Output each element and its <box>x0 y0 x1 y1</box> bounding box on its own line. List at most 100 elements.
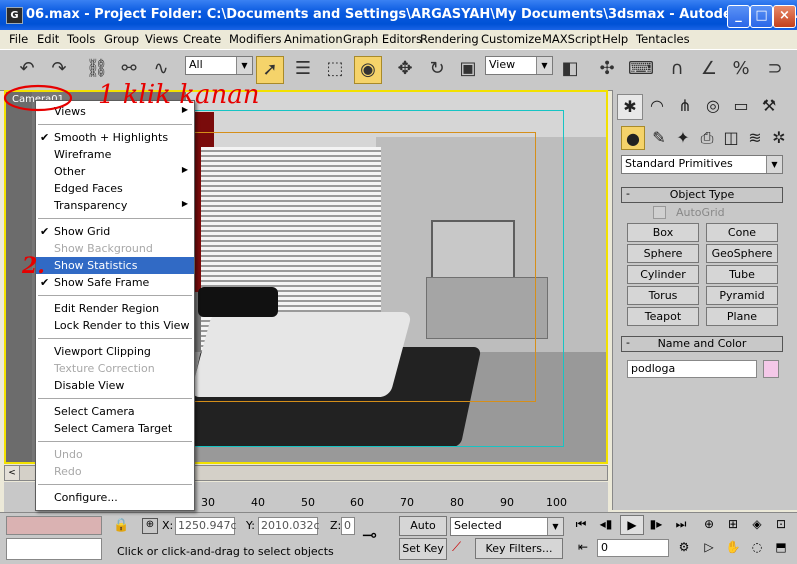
close-button[interactable]: × <box>773 5 796 28</box>
pyramid-button[interactable]: Pyramid <box>706 286 778 305</box>
app-icon[interactable]: G <box>6 7 23 24</box>
menu-tools[interactable]: Tools <box>67 32 95 46</box>
move-icon[interactable]: ✥ <box>392 56 418 82</box>
cylinder-button[interactable]: Cylinder <box>627 265 699 284</box>
menu-item-disable-view[interactable]: Disable View <box>36 377 194 394</box>
tangent-icon[interactable]: ⟋ <box>452 540 461 555</box>
auto-key-button[interactable]: Auto Key <box>399 516 447 550</box>
cameras-icon[interactable]: ⎙ <box>695 126 719 150</box>
keyboard-shortcut-icon[interactable]: ⌨ <box>628 56 654 82</box>
object-type-rollout-header[interactable]: - Object Type <box>621 187 783 203</box>
geometry-icon[interactable]: ● <box>621 126 645 150</box>
torus-button[interactable]: Torus <box>627 286 699 305</box>
cone-button[interactable]: Cone <box>706 223 778 242</box>
y-coordinate-field[interactable]: 2010.032c <box>258 517 320 535</box>
menu-group[interactable]: Group <box>104 32 139 46</box>
geosphere-button[interactable]: GeoSphere <box>706 244 778 263</box>
motion-tab-icon[interactable]: ◎ <box>701 94 725 118</box>
box-button[interactable]: Box <box>627 223 699 242</box>
angle-snap-icon[interactable]: ∠ <box>696 56 722 82</box>
object-name-field[interactable]: podloga <box>627 360 757 378</box>
menu-item-show-grid[interactable]: ✔ Show Grid <box>36 223 194 240</box>
field-of-view-icon[interactable]: ▷ <box>698 538 720 556</box>
menu-item-smooth-highlights[interactable]: ✔ Smooth + Highlights <box>36 129 194 146</box>
selection-filter-dropdown[interactable]: All ▼ <box>185 56 253 75</box>
space-warps-icon[interactable]: ≋ <box>743 126 767 150</box>
maximize-viewport-icon[interactable]: ⬒ <box>770 538 792 556</box>
key-icon[interactable]: ⊸ <box>362 525 377 546</box>
minimize-button[interactable]: _ <box>727 5 750 28</box>
go-to-start-icon[interactable]: ⏮ <box>570 515 592 533</box>
maxscript-listener-field[interactable] <box>6 538 102 560</box>
x-coordinate-field[interactable]: 1250.947c <box>175 517 237 535</box>
menu-item-show-statistics[interactable]: Show Statistics <box>36 257 194 274</box>
select-manipulate-icon[interactable]: ✣ <box>594 56 620 82</box>
zoom-extents-icon[interactable]: ◈ <box>746 515 768 533</box>
pivot-center-icon[interactable]: ◧ <box>557 56 583 82</box>
sphere-button[interactable]: Sphere <box>627 244 699 263</box>
menu-modifiers[interactable]: Modifiers <box>229 32 282 46</box>
shapes-icon[interactable]: ✎ <box>647 126 671 150</box>
tube-button[interactable]: Tube <box>706 265 778 284</box>
scale-icon[interactable]: ▣ <box>455 56 481 82</box>
menu-item-transparency[interactable]: Transparency ▶ <box>36 197 194 214</box>
lights-icon[interactable]: ✦ <box>671 126 695 150</box>
name-color-rollout-header[interactable]: - Name and Color <box>621 336 783 352</box>
select-object-icon[interactable]: ➚ <box>256 56 284 84</box>
plane-button[interactable]: Plane <box>706 307 778 326</box>
zoom-all-icon[interactable]: ⊞ <box>722 515 744 533</box>
key-mode-toggle-icon[interactable]: ⇤ <box>572 538 594 556</box>
reference-coordinate-dropdown[interactable]: View ▼ <box>485 56 553 75</box>
menu-item-wireframe[interactable]: Wireframe <box>36 146 194 163</box>
menu-customize[interactable]: Customize <box>481 32 541 46</box>
rotate-icon[interactable]: ↻ <box>424 56 450 82</box>
percent-snap-icon[interactable]: % <box>728 56 754 82</box>
time-config-icon[interactable]: ⚙ <box>673 538 695 556</box>
orbit-icon[interactable]: ◌ <box>746 538 768 556</box>
menu-item-edit-render-region[interactable]: Edit Render Region <box>36 300 194 317</box>
set-key-button[interactable]: Set Key <box>399 538 447 560</box>
menu-help[interactable]: Help <box>602 32 628 46</box>
menu-views[interactable]: Views <box>145 32 178 46</box>
menu-edit[interactable]: Edit <box>37 32 59 46</box>
menu-graph-editors[interactable]: Graph Editors <box>343 32 422 46</box>
menu-item-other[interactable]: Other ▶ <box>36 163 194 180</box>
menu-tentacles[interactable]: Tentacles <box>636 32 690 46</box>
z-coordinate-field[interactable]: 0 <box>341 517 355 535</box>
bind-space-warp-icon[interactable]: ∿ <box>148 56 174 82</box>
play-icon[interactable]: ▶ <box>620 515 644 535</box>
pan-icon[interactable]: ✋ <box>722 538 744 556</box>
snap-toggle-icon[interactable]: ∩ <box>664 56 690 82</box>
menu-item-select-camera-target[interactable]: Select Camera Target <box>36 420 194 437</box>
menu-item-lock-render-to-this-view[interactable]: Lock Render to this View <box>36 317 194 334</box>
systems-icon[interactable]: ✲ <box>767 126 791 150</box>
absolute-mode-icon[interactable]: ⊕ <box>142 518 158 534</box>
hierarchy-tab-icon[interactable]: ⋔ <box>673 94 697 118</box>
create-tab-icon[interactable]: ✱ <box>617 94 643 120</box>
display-tab-icon[interactable]: ▭ <box>729 94 753 118</box>
maximize-button[interactable]: □ <box>750 5 773 28</box>
teapot-button[interactable]: Teapot <box>627 307 699 326</box>
select-by-name-icon[interactable]: ☰ <box>290 56 316 82</box>
zoom-icon[interactable]: ⊕ <box>698 515 720 533</box>
menu-animation[interactable]: Animation <box>284 32 343 46</box>
window-crossing-icon[interactable]: ◉ <box>354 56 382 84</box>
unlink-icon[interactable]: ⚯ <box>116 56 142 82</box>
spinner-snap-icon[interactable]: ⊃ <box>762 56 788 82</box>
menu-file[interactable]: File <box>9 32 28 46</box>
key-filters-button[interactable]: Key Filters... <box>475 538 563 559</box>
modify-tab-icon[interactable]: ◠ <box>645 94 669 118</box>
region-select-icon[interactable]: ⬚ <box>322 56 348 82</box>
zoom-extents-all-icon[interactable]: ⊡ <box>770 515 792 533</box>
utilities-tab-icon[interactable]: ⚒ <box>757 94 781 118</box>
go-to-end-icon[interactable]: ⏭ <box>670 515 692 533</box>
menu-create[interactable]: Create <box>183 32 221 46</box>
autogrid-checkbox[interactable] <box>653 206 666 219</box>
object-color-swatch[interactable] <box>763 360 779 378</box>
menu-item-show-safe-frame[interactable]: ✔ Show Safe Frame <box>36 274 194 291</box>
key-mode-dropdown[interactable]: Selected ▼ <box>450 517 564 536</box>
category-dropdown[interactable]: Standard Primitives ▼ <box>621 155 783 174</box>
helpers-icon[interactable]: ◫ <box>719 126 743 150</box>
lock-selection-icon[interactable]: 🔒 <box>113 518 129 533</box>
current-frame-field[interactable]: 0 <box>597 539 669 557</box>
